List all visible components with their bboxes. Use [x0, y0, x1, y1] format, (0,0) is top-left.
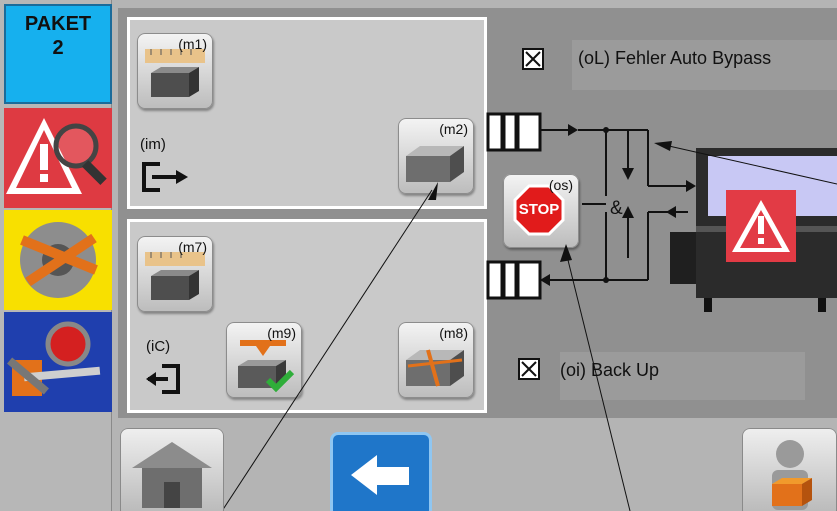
house-icon	[132, 442, 212, 508]
home-button[interactable]	[120, 428, 224, 511]
hmi-screen: PAKET 2 (m1) (m2) (im) (m7) (m9) (m8) (i…	[0, 0, 837, 511]
back-button[interactable]	[330, 432, 432, 511]
operator-icon	[772, 440, 812, 510]
operator-button[interactable]	[742, 428, 837, 511]
arrow-left-icon	[351, 455, 409, 495]
